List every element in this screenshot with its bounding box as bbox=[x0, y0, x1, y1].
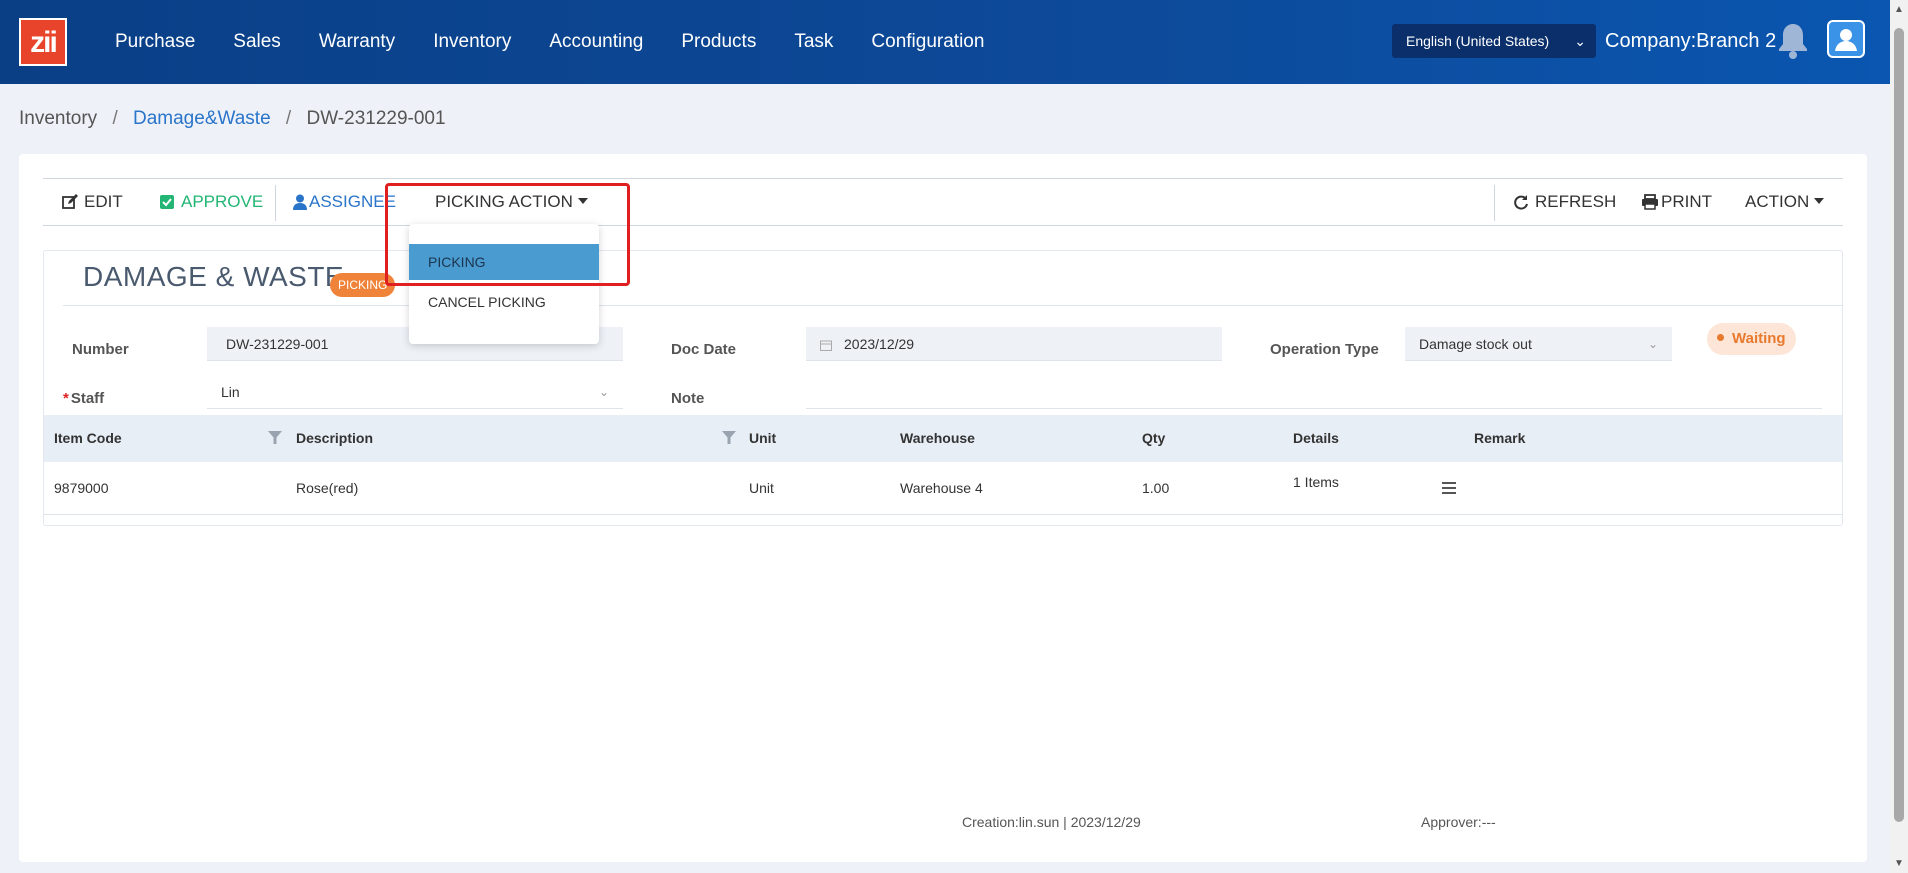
toolbar-divider bbox=[275, 185, 276, 221]
status-dot-icon bbox=[1717, 334, 1724, 341]
assignee-button[interactable]: ASSIGNEE bbox=[293, 179, 396, 225]
nav-item-products[interactable]: Products bbox=[681, 31, 756, 53]
calendar-icon bbox=[820, 340, 832, 351]
filter-icon[interactable] bbox=[722, 431, 736, 444]
scroll-up-icon[interactable]: ▲ bbox=[1894, 4, 1904, 15]
assignee-label: ASSIGNEE bbox=[309, 192, 396, 211]
nav-item-sales[interactable]: Sales bbox=[233, 31, 281, 53]
refresh-button[interactable]: REFRESH bbox=[1513, 179, 1616, 225]
language-value: English (United States) bbox=[1406, 33, 1550, 49]
doc-date-label: Doc Date bbox=[671, 341, 737, 358]
user-icon bbox=[293, 194, 307, 210]
table-row[interactable]: 9879000 Rose(red) Unit Warehouse 4 1.00 … bbox=[44, 462, 1842, 515]
page-scrollbar[interactable]: ▲ ▼ bbox=[1890, 0, 1908, 873]
main-menu: Purchase Sales Warranty Inventory Accoun… bbox=[96, 0, 1003, 84]
refresh-label: REFRESH bbox=[1535, 192, 1617, 211]
staff-select[interactable]: Lin ⌄ bbox=[207, 375, 623, 409]
required-marker: * bbox=[63, 390, 69, 407]
col-unit: Unit bbox=[749, 430, 777, 446]
operation-type-label: Operation Type bbox=[1270, 341, 1379, 358]
picking-action-button[interactable]: PICKING ACTION bbox=[435, 179, 588, 225]
operation-type-value: Damage stock out bbox=[1419, 336, 1532, 352]
app-logo[interactable]: zii bbox=[19, 18, 67, 66]
number-label: Number bbox=[72, 341, 129, 358]
nav-item-inventory[interactable]: Inventory bbox=[433, 31, 511, 53]
cell-qty: 1.00 bbox=[1142, 480, 1170, 496]
cell-unit: Unit bbox=[749, 480, 774, 496]
action-button[interactable]: ACTION bbox=[1745, 179, 1825, 225]
edit-icon bbox=[62, 194, 78, 209]
edit-label: EDIT bbox=[84, 192, 123, 211]
col-details: Details bbox=[1293, 430, 1339, 446]
approve-button[interactable]: APPROVE bbox=[159, 179, 263, 225]
breadcrumb-inventory: Inventory bbox=[19, 108, 98, 129]
doc-date-field[interactable]: 2023/12/29 bbox=[806, 327, 1222, 361]
top-navbar: zii Purchase Sales Warranty Inventory Ac… bbox=[0, 0, 1890, 84]
staff-label: * Staff bbox=[63, 390, 104, 407]
breadcrumb-separator: / bbox=[285, 108, 292, 129]
document-panel: DAMAGE & WASTE PICKING Number DW-231229-… bbox=[43, 250, 1843, 526]
operation-type-select[interactable]: Damage stock out ⌄ bbox=[1405, 327, 1672, 361]
menu-icon[interactable] bbox=[1442, 482, 1456, 494]
picking-action-dropdown: PICKING CANCEL PICKING bbox=[409, 224, 599, 344]
print-icon bbox=[1642, 194, 1658, 210]
note-label: Note bbox=[671, 390, 705, 407]
nav-item-warranty[interactable]: Warranty bbox=[319, 31, 395, 53]
chevron-down-icon: ⌄ bbox=[598, 385, 609, 399]
col-item-code: Item Code bbox=[54, 430, 122, 446]
nav-item-purchase[interactable]: Purchase bbox=[115, 31, 195, 53]
breadcrumb-damage-waste[interactable]: Damage&Waste bbox=[133, 108, 271, 129]
action-toolbar: EDIT APPROVE ASSIGNEE PICKING ACTION REF… bbox=[43, 178, 1843, 226]
state-label: Waiting bbox=[1732, 330, 1786, 347]
action-label: ACTION bbox=[1745, 192, 1810, 211]
cell-details[interactable]: 1 Items bbox=[1293, 456, 1339, 509]
note-field[interactable] bbox=[806, 375, 1822, 409]
breadcrumb-current: DW-231229-001 bbox=[306, 108, 446, 129]
col-description: Description bbox=[296, 430, 374, 446]
creation-info: Creation:lin.sun | 2023/12/29 bbox=[962, 814, 1141, 830]
col-remark: Remark bbox=[1474, 430, 1526, 446]
toolbar-divider bbox=[1494, 185, 1495, 221]
state-badge: Waiting bbox=[1707, 323, 1796, 355]
status-badge: PICKING bbox=[330, 273, 396, 297]
cell-description: Rose(red) bbox=[296, 480, 359, 496]
page-title: DAMAGE & WASTE bbox=[83, 261, 345, 292]
nav-item-accounting[interactable]: Accounting bbox=[549, 31, 643, 53]
document-card: EDIT APPROVE ASSIGNEE PICKING ACTION REF… bbox=[19, 154, 1867, 862]
breadcrumb-separator: / bbox=[112, 108, 118, 129]
cell-warehouse: Warehouse 4 bbox=[900, 480, 983, 496]
breadcrumb: Inventory / Damage&Waste / DW-231229-001 bbox=[19, 108, 446, 130]
filter-icon[interactable] bbox=[268, 431, 282, 444]
chevron-down-icon: ⌄ bbox=[1574, 33, 1586, 49]
refresh-icon bbox=[1514, 195, 1528, 210]
caret-down-icon bbox=[1814, 198, 1825, 204]
company-label: Company:Branch 2 bbox=[1605, 30, 1777, 52]
menu-item-cancel-picking[interactable]: CANCEL PICKING bbox=[409, 284, 599, 320]
print-button[interactable]: PRINT bbox=[1641, 179, 1712, 225]
menu-item-picking[interactable]: PICKING bbox=[409, 244, 599, 280]
bell-icon[interactable] bbox=[1775, 20, 1811, 60]
scrollbar-thumb[interactable] bbox=[1894, 28, 1904, 822]
doc-date-value: 2023/12/29 bbox=[844, 336, 915, 352]
edit-button[interactable]: EDIT bbox=[62, 179, 123, 225]
staff-label-text: Staff bbox=[70, 390, 105, 407]
nav-item-configuration[interactable]: Configuration bbox=[871, 31, 984, 53]
print-label: PRINT bbox=[1661, 192, 1712, 211]
col-qty: Qty bbox=[1142, 430, 1166, 446]
title-divider bbox=[63, 305, 1843, 306]
scroll-down-icon[interactable]: ▼ bbox=[1894, 858, 1904, 869]
chevron-down-icon: ⌄ bbox=[1647, 337, 1658, 351]
picking-action-label: PICKING ACTION bbox=[435, 192, 573, 211]
col-warehouse: Warehouse bbox=[900, 430, 975, 446]
approve-label: APPROVE bbox=[181, 192, 264, 211]
staff-value: Lin bbox=[221, 384, 240, 400]
language-select[interactable]: English (United States) ⌄ bbox=[1392, 24, 1596, 58]
caret-down-icon bbox=[577, 198, 588, 204]
approver-info: Approver:--- bbox=[1421, 814, 1496, 830]
cell-item-code: 9879000 bbox=[54, 480, 109, 496]
nav-item-task[interactable]: Task bbox=[794, 31, 833, 53]
user-avatar-icon[interactable] bbox=[1827, 20, 1865, 58]
check-square-icon bbox=[160, 195, 174, 209]
items-table-header: Item Code Description Unit Warehouse Qty… bbox=[44, 415, 1842, 462]
